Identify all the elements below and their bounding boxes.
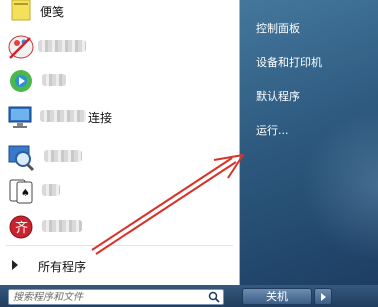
separator: [6, 245, 233, 246]
program-label-blurred: [42, 220, 82, 232]
devices-printers-link[interactable]: 设备和打印机: [256, 54, 322, 70]
program-media-center[interactable]: [2, 64, 236, 98]
media-center-icon: [10, 70, 32, 92]
program-red-app[interactable]: 齐: [2, 210, 236, 244]
arrow-right-icon: [321, 293, 326, 301]
arrow-right-icon: [12, 260, 18, 270]
search-input[interactable]: [13, 290, 199, 304]
run-link[interactable]: 运行...: [256, 122, 289, 138]
bottom-bar: 关机: [0, 285, 378, 307]
shutdown-button[interactable]: 关机: [242, 288, 312, 305]
pane-glow: [300, 110, 378, 260]
start-menu: 便笺 连接 ♠ 齐 所有程序 控制面板 设备和打印机 默认程序 运行... 搜索…: [0, 0, 378, 307]
program-label-blurred: [44, 150, 82, 162]
programs-pane: 便笺 连接 ♠ 齐 所有程序: [0, 0, 240, 285]
svg-text:♠: ♠: [21, 188, 30, 199]
all-programs-label: 所有程序: [38, 260, 87, 274]
program-label-blurred: [38, 40, 86, 52]
search-icon[interactable]: [208, 291, 220, 303]
sticky-notes-icon: [11, 0, 31, 21]
all-programs-button[interactable]: 所有程序: [2, 251, 236, 279]
search-box[interactable]: [8, 289, 224, 305]
red-app-icon: 齐: [9, 215, 33, 239]
program-magnifier[interactable]: [2, 140, 236, 174]
remote-desktop-icon: [8, 106, 32, 128]
program-label-blurred: [42, 74, 66, 86]
program-paint[interactable]: [2, 30, 236, 64]
default-programs-link[interactable]: 默认程序: [256, 88, 300, 104]
program-remote-desktop[interactable]: 连接: [2, 100, 236, 134]
program-label-blurred: [42, 184, 60, 196]
program-sticky-notes[interactable]: 便笺: [2, 0, 236, 28]
program-label: 连接: [88, 111, 113, 125]
system-links-pane: 控制面板 设备和打印机 默认程序 运行...: [240, 0, 378, 285]
control-panel-link[interactable]: 控制面板: [256, 20, 300, 36]
svg-text:齐: 齐: [15, 220, 28, 236]
program-label-blurred: [40, 110, 86, 122]
program-label: 便笺: [40, 5, 65, 19]
magnifier-icon: [8, 145, 35, 172]
paint-icon: [8, 35, 34, 59]
shutdown-options-button[interactable]: [314, 288, 332, 305]
solitaire-icon: ♠: [9, 179, 33, 204]
program-solitaire[interactable]: ♠: [2, 174, 236, 208]
